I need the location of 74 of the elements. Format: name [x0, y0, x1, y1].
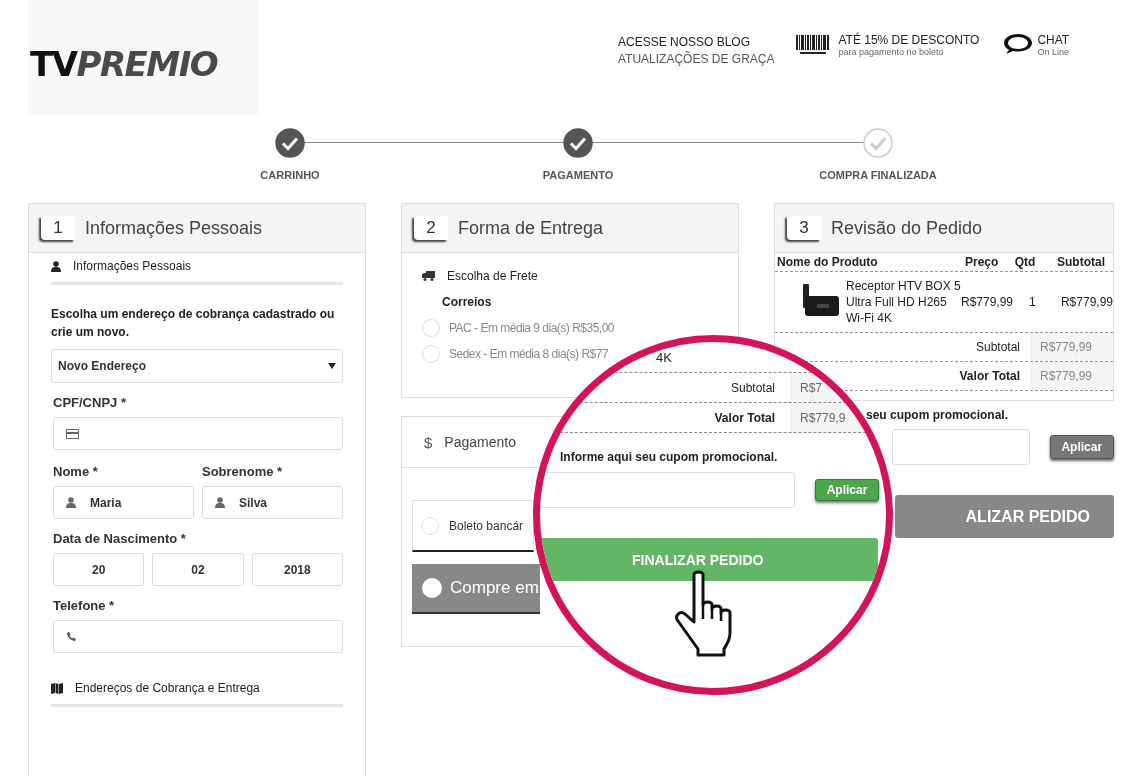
logo[interactable]: TVPREMIO: [28, 0, 258, 115]
step-number: 3: [787, 216, 821, 240]
day-field[interactable]: 20: [53, 553, 145, 586]
chat-icon[interactable]: [1003, 33, 1034, 55]
finish-order-button[interactable]: ALIZAR PEDIDO: [895, 495, 1114, 538]
shipping-option[interactable]: Sedex - Em média 8 dia(s) R$77: [449, 347, 609, 361]
product-name-fragment: 4K: [656, 350, 672, 365]
panel-title: Forma de Entrega: [458, 217, 604, 239]
section-title: Informações Pessoais: [73, 259, 192, 273]
month-field[interactable]: 02: [152, 553, 244, 586]
blog-link[interactable]: ACESSE NOSSO BLOG: [618, 35, 775, 49]
coupon-label: seu cupom promocional.: [866, 408, 1010, 422]
table-cell-text: 1: [1029, 295, 1037, 309]
radio-button[interactable]: [422, 578, 442, 598]
section-title: Escolha de Frete: [447, 269, 538, 283]
caret-icon: [328, 363, 336, 369]
field-label: Nome *: [53, 464, 99, 479]
table-cell: Receptor HTV BOX 5 Ultra Full HD H265 Wi-Fi 4K: [846, 278, 961, 326]
step-label: CARRINHO: [260, 169, 320, 181]
field-label: CPF/CNPJ *: [53, 395, 127, 410]
card-icon: [66, 428, 79, 439]
map-icon: [51, 682, 63, 694]
phone-icon: [66, 631, 76, 642]
discount-title: ATÉ 15% DE DESCONTO: [838, 33, 980, 47]
total-label: Subtotal: [729, 379, 776, 397]
table-cell-text: R$779,99: [1059, 295, 1113, 309]
address-prompt: Escolha um endereço de cobrança cadastrado ou crie um novo.: [51, 306, 336, 341]
step-label: PAGAMENTO: [542, 169, 614, 181]
step-number: 2: [414, 216, 448, 240]
truck-icon: [422, 271, 435, 281]
cpf-field[interactable]: [53, 417, 343, 450]
table-cell-text: R$779,99: [961, 295, 1015, 309]
total-label: Subtotal: [975, 339, 1021, 356]
chat-label[interactable]: CHAT: [1037, 33, 1070, 47]
field-label: Sobrenome *: [202, 464, 284, 479]
column-header: Nome do Produto: [777, 255, 879, 269]
field-label: Data de Nascimento *: [53, 531, 187, 546]
first-name-field[interactable]: Maria: [53, 486, 194, 519]
panel-title: Informações Pessoais: [85, 217, 263, 239]
last-name-field[interactable]: Silva: [202, 486, 343, 519]
total-value: R$779,99: [1030, 362, 1113, 390]
column-header: Subtotal: [1056, 255, 1105, 269]
blog-tagline: ATUALIZAÇÕES DE GRAÇA: [618, 52, 775, 66]
address-select[interactable]: Novo Endereço: [51, 349, 343, 383]
apply-button[interactable]: Aplicar: [1049, 435, 1114, 459]
coupon-label: Informe aqui seu cupom promocional.: [560, 450, 779, 464]
dollar-icon: $: [424, 433, 433, 451]
chat-status: On Line: [1037, 47, 1070, 57]
phone-field[interactable]: [53, 620, 343, 653]
column-header: Preço: [965, 255, 1000, 269]
column-header: Qtd: [1013, 255, 1037, 269]
user-icon: [215, 497, 225, 508]
total-label: Valor Total: [713, 409, 776, 427]
coupon-field[interactable]: [540, 472, 795, 508]
section-title: Endereços de Cobrança e Entrega: [75, 681, 260, 695]
user-icon: [66, 497, 76, 508]
step-number: 1: [41, 216, 75, 240]
radio-button[interactable]: [422, 345, 440, 363]
payment-option[interactable]: Compre em: [412, 564, 540, 614]
total-value: R$779,99: [1030, 333, 1113, 361]
field-label: Telefone *: [53, 598, 116, 613]
barcode-icon: [796, 35, 831, 55]
radio-button[interactable]: [422, 319, 440, 337]
carrier-name: Correios: [442, 295, 493, 309]
coupon-field[interactable]: [892, 429, 1030, 465]
panel-title: Pagamento: [444, 434, 516, 450]
discount-note: para pagamento no boleto: [838, 47, 945, 57]
shipping-option[interactable]: PAC - Em média 9 dia(s) R$35,00: [449, 321, 614, 335]
total-label: Valor Total: [959, 368, 1021, 385]
year-field[interactable]: 2018: [251, 553, 343, 586]
panel-title: Revisão do Pedido: [831, 217, 983, 239]
step-label: COMPRA FINALIZADA: [819, 169, 937, 181]
user-icon: [51, 260, 61, 272]
radio-button[interactable]: [421, 516, 439, 535]
